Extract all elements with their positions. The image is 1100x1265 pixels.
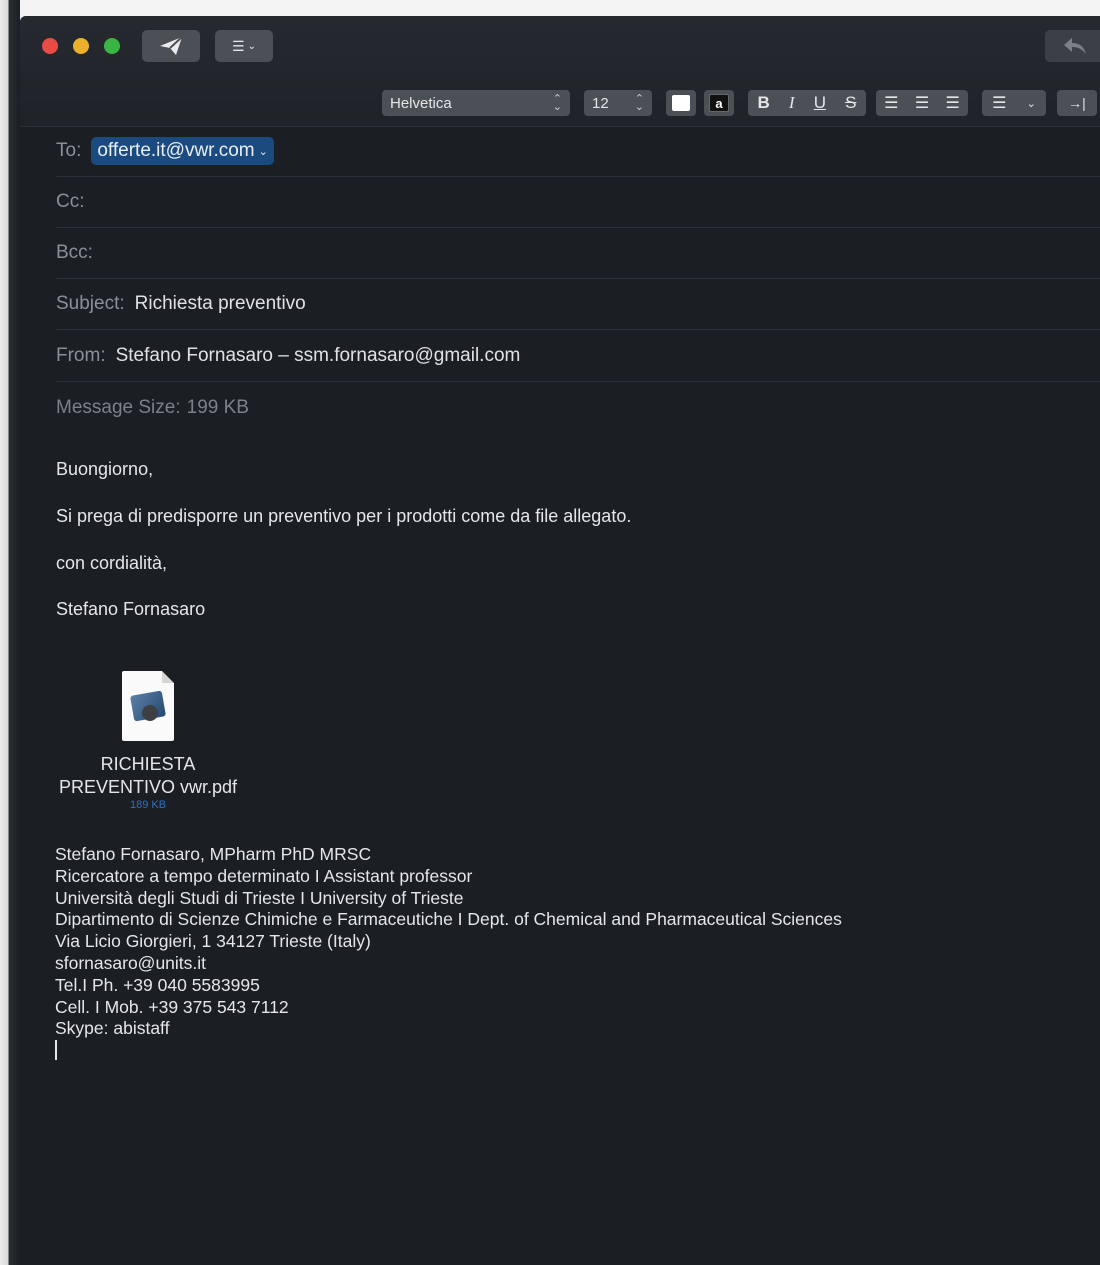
list-icon: ☰ bbox=[232, 37, 245, 54]
signature-email[interactable]: sfornasaro@units.it bbox=[55, 953, 842, 975]
subject-field[interactable]: Subject: Richiesta preventivo bbox=[56, 279, 1100, 330]
reply-button[interactable] bbox=[1045, 30, 1100, 62]
from-field[interactable]: From: Stefano Fornasaro – ssm.fornasaro@… bbox=[56, 331, 1100, 382]
indent-button[interactable]: →| bbox=[1057, 90, 1097, 116]
align-right-icon[interactable]: ☰ bbox=[945, 93, 959, 113]
body-name[interactable]: Stefano Fornasaro bbox=[56, 599, 205, 620]
font-family-select[interactable]: Helvetica ⌃ ⌄ bbox=[382, 90, 570, 116]
italic-button[interactable]: I bbox=[789, 93, 795, 113]
message-size-value: 199 KB bbox=[186, 397, 249, 418]
chevron-down-icon: ⌄ bbox=[1026, 97, 1036, 110]
align-left-icon[interactable]: ☰ bbox=[884, 93, 898, 113]
background-window-edge bbox=[0, 0, 20, 1265]
pdf-file-icon bbox=[122, 671, 174, 741]
signature-line: Skype: abistaff bbox=[55, 1018, 170, 1039]
signature-line: Dipartimento di Scienze Chimiche e Farma… bbox=[55, 909, 842, 930]
from-label: From: bbox=[56, 345, 106, 366]
message-size-label: Message Size: bbox=[56, 397, 181, 418]
from-value[interactable]: Stefano Fornasaro – ssm.fornasaro@gmail.… bbox=[116, 345, 521, 367]
subject-label: Subject: bbox=[56, 293, 125, 314]
compose-window: ☰ ⌄ Helvetica ⌃ ⌄ 12 ⌃ ⌄ a B I U S ☰ ☰ ☰… bbox=[20, 16, 1100, 1265]
alignment-group: ☰ ☰ ☰ bbox=[876, 90, 968, 116]
text-style-group: B I U S bbox=[748, 90, 866, 116]
body-closing[interactable]: con cordialità, bbox=[56, 553, 167, 574]
bcc-field[interactable]: Bcc: bbox=[56, 228, 1100, 279]
subject-value[interactable]: Richiesta preventivo bbox=[135, 293, 306, 315]
signature-line: Università degli Studi di Trieste I Univ… bbox=[55, 887, 464, 908]
indent-icon: →| bbox=[1068, 95, 1086, 111]
bcc-label: Bcc: bbox=[56, 242, 93, 263]
strikethrough-button[interactable]: S bbox=[845, 93, 856, 113]
attachment-size: 189 KB bbox=[129, 799, 167, 811]
align-center-icon[interactable]: ☰ bbox=[915, 93, 929, 113]
bold-button[interactable]: B bbox=[758, 93, 770, 113]
maximize-window-button[interactable] bbox=[104, 38, 120, 54]
background-color-button[interactable] bbox=[666, 90, 696, 116]
recipient-address: offerte.it@vwr.com bbox=[97, 140, 255, 161]
signature-line: Ricercatore a tempo determinato I Assist… bbox=[55, 865, 473, 886]
titlebar: ☰ ⌄ Helvetica ⌃ ⌄ 12 ⌃ ⌄ a B I U S ☰ ☰ ☰… bbox=[20, 16, 1100, 127]
cc-label: Cc: bbox=[56, 191, 85, 212]
stepper-icon: ⌃ ⌄ bbox=[634, 93, 644, 113]
signature-line: Cell. I Mob. +39 375 543 7112 bbox=[55, 996, 289, 1017]
to-field[interactable]: To: offerte.it@vwr.com ⌄ bbox=[56, 126, 1100, 177]
font-family-value: Helvetica bbox=[390, 94, 452, 112]
text-color-button[interactable]: a bbox=[704, 90, 734, 116]
send-icon bbox=[160, 36, 183, 55]
bullet-list-icon: ☰ bbox=[992, 95, 1007, 112]
attachment-name-line: RICHIESTA bbox=[100, 754, 196, 774]
minimize-window-button[interactable] bbox=[73, 38, 89, 54]
send-button[interactable] bbox=[142, 30, 200, 62]
signature-line: Stefano Fornasaro, MPharm PhD MRSC bbox=[55, 844, 372, 864]
body-greeting[interactable]: Buongiorno, bbox=[56, 459, 153, 480]
signature-line: Tel.I Ph. +39 040 5583995 bbox=[55, 974, 260, 995]
font-size-select[interactable]: 12 ⌃ ⌄ bbox=[584, 90, 652, 116]
text-cursor bbox=[55, 1040, 57, 1060]
signature[interactable]: Stefano Fornasaro, MPharm PhD MRSC Ricer… bbox=[55, 844, 842, 1040]
cc-field[interactable]: Cc: bbox=[56, 177, 1100, 228]
text-color-icon: a bbox=[709, 94, 729, 112]
underline-button[interactable]: U bbox=[814, 93, 826, 113]
stepper-icon: ⌃ ⌄ bbox=[552, 93, 562, 113]
attachment-name-line: PREVENTIVO vwr.pdf bbox=[58, 777, 238, 797]
attachment-name: RICHIESTA PREVENTIVO vwr.pdf bbox=[48, 753, 248, 799]
body-line[interactable]: Si prega di predisporre un preventivo pe… bbox=[56, 506, 631, 527]
close-window-button[interactable] bbox=[42, 38, 58, 54]
message-size-row: Message Size: 199 KB bbox=[56, 383, 1100, 433]
to-label: To: bbox=[56, 140, 82, 161]
attachment[interactable]: RICHIESTA PREVENTIVO vwr.pdf 189 KB bbox=[48, 671, 248, 811]
list-format-select[interactable]: ☰ ⌄ bbox=[982, 90, 1046, 116]
chevron-down-icon: ⌄ bbox=[258, 145, 268, 158]
font-size-value: 12 bbox=[592, 94, 609, 112]
signature-line: Via Licio Giorgieri, 1 34127 Trieste (It… bbox=[55, 931, 371, 952]
reply-icon bbox=[1064, 38, 1086, 54]
recipient-token[interactable]: offerte.it@vwr.com ⌄ bbox=[91, 137, 274, 165]
header-fields-menu-button[interactable]: ☰ ⌄ bbox=[215, 30, 273, 62]
color-swatch bbox=[672, 95, 690, 111]
chevron-down-icon: ⌄ bbox=[247, 40, 256, 52]
